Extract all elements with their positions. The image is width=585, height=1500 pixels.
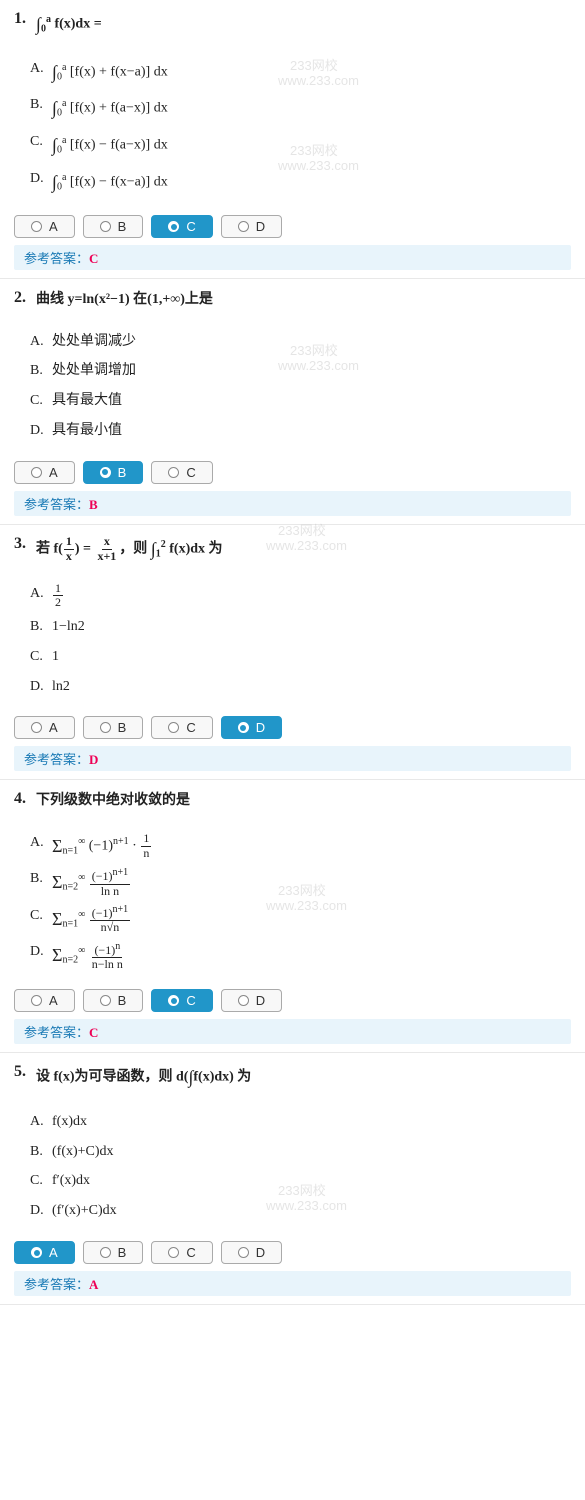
q1-title: ∫0a f(x)dx =	[36, 10, 102, 39]
q4-option-b: B. Σn=2∞ (−1)n+1ln n	[30, 867, 571, 898]
q4-option-d: D. Σn=2∞ (−1)nn−ln n	[30, 940, 571, 971]
q2-options: A. 处处单调减少 B. 处处单调增加 C. 具有最大值 D. 具有最小值	[14, 320, 571, 453]
question-1: 1. ∫0a f(x)dx = A. ∫0a [f(x) + f(x−a)] d…	[0, 0, 585, 279]
q5-option-b: B. (f(x)+C)dx	[30, 1140, 571, 1164]
q1-ref-answer: 参考答案：C	[14, 245, 571, 270]
q5-btn-a[interactable]: A	[14, 1241, 75, 1264]
q2-btn-c[interactable]: C	[151, 461, 212, 484]
q4-btn-c[interactable]: C	[151, 989, 212, 1012]
q2-btn-a[interactable]: A	[14, 461, 75, 484]
q5-btn-b[interactable]: B	[83, 1241, 144, 1264]
q1-options: A. ∫0a [f(x) + f(x−a)] dx B. ∫0a [f(x) +…	[14, 47, 571, 207]
q3-ref-answer: 参考答案：D	[14, 746, 571, 771]
q3-btn-d[interactable]: D	[221, 716, 282, 739]
q1-num: 1.	[14, 10, 32, 28]
q1-option-d: D. ∫0a [f(x) − f(x−a)] dx	[30, 167, 571, 198]
q5-title: 设 f(x)为可导函数，则 d(∫f(x)dx) 为	[36, 1063, 251, 1092]
q4-btn-a[interactable]: A	[14, 989, 75, 1012]
question-2: 2. 曲线 y=ln(x²−1) 在(1,+∞)上是 A. 处处单调减少 B. …	[0, 279, 585, 525]
q3-option-b: B. 1−ln2	[30, 615, 571, 639]
q4-btn-b[interactable]: B	[83, 989, 144, 1012]
q4-answer-bar: A B C D	[14, 981, 571, 1016]
q1-btn-a[interactable]: A	[14, 215, 75, 238]
q1-answer-bar: A B C D	[14, 207, 571, 242]
question-5: 5. 设 f(x)为可导函数，则 d(∫f(x)dx) 为 A. f(x)dx …	[0, 1053, 585, 1305]
q2-btn-b[interactable]: B	[83, 461, 144, 484]
q5-option-d: D. (f′(x)+C)dx	[30, 1199, 571, 1223]
q5-options: A. f(x)dx B. (f(x)+C)dx C. f′(x)dx D. (f…	[14, 1100, 571, 1233]
q2-answer-bar: A B C	[14, 453, 571, 488]
q3-option-c: C. 1	[30, 645, 571, 669]
q3-btn-c[interactable]: C	[151, 716, 212, 739]
q2-ref-answer: 参考答案：B	[14, 491, 571, 516]
q4-num: 4.	[14, 790, 32, 808]
q2-num: 2.	[14, 289, 32, 307]
q5-btn-d[interactable]: D	[221, 1241, 282, 1264]
q3-btn-b[interactable]: B	[83, 716, 144, 739]
q3-options: A. 12 B. 1−ln2 C. 1 D. ln2	[14, 572, 571, 709]
q4-options: A. Σn=1∞ (−1)n+1 · 1n B. Σn=2∞ (−1)n+1ln…	[14, 821, 571, 981]
q2-option-a: A. 处处单调减少	[30, 330, 571, 354]
q5-option-c: C. f′(x)dx	[30, 1169, 571, 1193]
q5-ref-answer: 参考答案：A	[14, 1271, 571, 1296]
q4-btn-d[interactable]: D	[221, 989, 282, 1012]
q1-btn-c[interactable]: C	[151, 215, 212, 238]
q4-option-c: C. Σn=1∞ (−1)n+1n√n	[30, 904, 571, 935]
q3-option-d: D. ln2	[30, 675, 571, 699]
q4-title: 下列级数中绝对收敛的是	[36, 790, 190, 812]
q1-option-b: B. ∫0a [f(x) + f(a−x)] dx	[30, 93, 571, 124]
question-3: 3. 若 f(1x) = xx+1，则 ∫12 f(x)dx 为 A. 12 B…	[0, 525, 585, 781]
q1-btn-d[interactable]: D	[221, 215, 282, 238]
q1-option-a: A. ∫0a [f(x) + f(x−a)] dx	[30, 57, 571, 88]
q4-ref-answer: 参考答案：C	[14, 1019, 571, 1044]
q5-btn-c[interactable]: C	[151, 1241, 212, 1264]
q2-option-d: D. 具有最小值	[30, 419, 571, 443]
q3-answer-bar: A B C D	[14, 708, 571, 743]
q3-btn-a[interactable]: A	[14, 716, 75, 739]
q3-num: 3.	[14, 535, 32, 553]
q3-option-a: A. 12	[30, 582, 571, 609]
q1-btn-b[interactable]: B	[83, 215, 144, 238]
q5-answer-bar: A B C D	[14, 1233, 571, 1268]
q5-option-a: A. f(x)dx	[30, 1110, 571, 1134]
q3-title: 若 f(1x) = xx+1，则 ∫12 f(x)dx 为	[36, 535, 223, 564]
q4-option-a: A. Σn=1∞ (−1)n+1 · 1n	[30, 831, 571, 862]
q2-title: 曲线 y=ln(x²−1) 在(1,+∞)上是	[36, 289, 213, 311]
q1-option-c: C. ∫0a [f(x) − f(a−x)] dx	[30, 130, 571, 161]
q2-option-c: C. 具有最大值	[30, 389, 571, 413]
question-4: 4. 下列级数中绝对收敛的是 A. Σn=1∞ (−1)n+1 · 1n B. …	[0, 780, 585, 1053]
q2-option-b: B. 处处单调增加	[30, 359, 571, 383]
q5-num: 5.	[14, 1063, 32, 1081]
